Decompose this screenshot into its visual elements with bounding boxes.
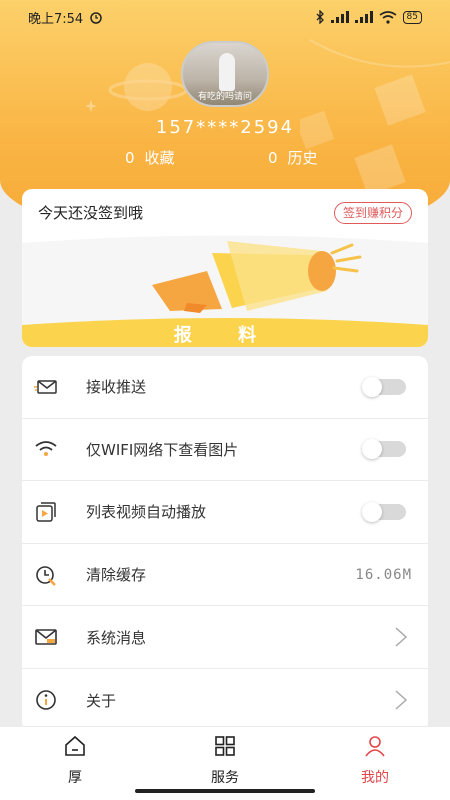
user-phone: 157****2594 <box>155 117 295 138</box>
video-play-icon <box>36 502 56 522</box>
history-label: 历史 <box>287 149 318 167</box>
planet-decoration <box>108 63 188 111</box>
setting-about-label: 关于 <box>86 691 117 710</box>
user-icon <box>365 736 385 757</box>
favorites-label: 收藏 <box>144 149 175 167</box>
status-bar: 晚上7:54 85 <box>0 0 450 34</box>
setting-push-label: 接收推送 <box>86 378 147 397</box>
clock-clean-icon <box>36 565 56 586</box>
home-indicator[interactable] <box>135 789 315 793</box>
setting-autoplay[interactable]: 列表视频自动播放 <box>22 481 428 544</box>
wifi-images-toggle[interactable] <box>362 439 406 460</box>
setting-messages[interactable]: 系统消息 <box>22 606 428 669</box>
chevron-right-icon <box>395 627 408 647</box>
chevron-right-icon <box>395 690 408 710</box>
favorites-count: 0 <box>125 149 135 167</box>
setting-wifi-images[interactable]: 仅WIFI网络下查看图片 <box>22 419 428 482</box>
toggle-knob <box>362 439 382 460</box>
setting-wifi-label: 仅WIFI网络下查看图片 <box>86 440 239 459</box>
settings-list: 接收推送 仅WIFI网络下查看图片 列表视频自动播放 清除缓存 16.06M 系… <box>22 356 428 732</box>
banner-text: 报 料 <box>174 324 276 346</box>
nav-mine[interactable]: 我的 <box>335 734 415 787</box>
alarm-icon <box>90 12 102 24</box>
info-icon <box>36 690 56 711</box>
push-toggle[interactable] <box>362 376 406 397</box>
toggle-knob <box>362 376 382 397</box>
nav-mine-label: 我的 <box>361 770 389 786</box>
autoplay-toggle[interactable] <box>362 501 406 522</box>
grid-icon <box>215 736 235 756</box>
signal-icon-2 <box>354 11 373 23</box>
avatar-photo <box>219 53 235 91</box>
report-banner[interactable]: 报 料 <box>22 233 428 347</box>
sign-in-title: 今天还没签到哦 <box>38 204 144 222</box>
star-decoration <box>85 100 97 112</box>
bluetooth-icon <box>316 10 324 24</box>
mail-icon <box>35 629 57 645</box>
sign-in-card: 今天还没签到哦 签到赚积分 报 料 <box>22 189 428 347</box>
setting-about[interactable]: 关于 <box>22 669 428 732</box>
avatar-caption: 有吃的吗请问 <box>197 92 252 102</box>
nav-home[interactable]: 厚 <box>35 734 115 787</box>
wifi-status-icon <box>379 10 397 24</box>
sign-in-button[interactable]: 签到赚积分 <box>333 202 412 224</box>
setting-messages-label: 系统消息 <box>86 628 147 647</box>
avatar[interactable]: 有吃的吗请问 <box>181 41 269 107</box>
cache-size: 16.06M <box>355 566 412 583</box>
setting-cache-label: 清除缓存 <box>86 566 147 585</box>
history-count: 0 <box>268 149 278 167</box>
nav-services-label: 服务 <box>211 770 239 786</box>
nav-services[interactable]: 服务 <box>185 734 265 787</box>
setting-autoplay-label: 列表视频自动播放 <box>86 503 207 522</box>
setting-clear-cache[interactable]: 清除缓存 16.06M <box>22 544 428 607</box>
home-icon <box>65 735 85 756</box>
favorites-stat[interactable]: 0 收藏 <box>125 147 175 168</box>
setting-push[interactable]: 接收推送 <box>22 356 428 419</box>
battery-indicator: 85 <box>402 10 422 24</box>
status-time: 晚上7:54 <box>28 11 84 27</box>
history-stat[interactable]: 0 历史 <box>268 147 318 168</box>
signal-icon <box>330 11 349 23</box>
toggle-knob <box>362 501 382 522</box>
nav-home-label: 厚 <box>68 770 82 786</box>
envelope-send-icon <box>34 380 57 394</box>
wifi-icon <box>35 441 57 457</box>
